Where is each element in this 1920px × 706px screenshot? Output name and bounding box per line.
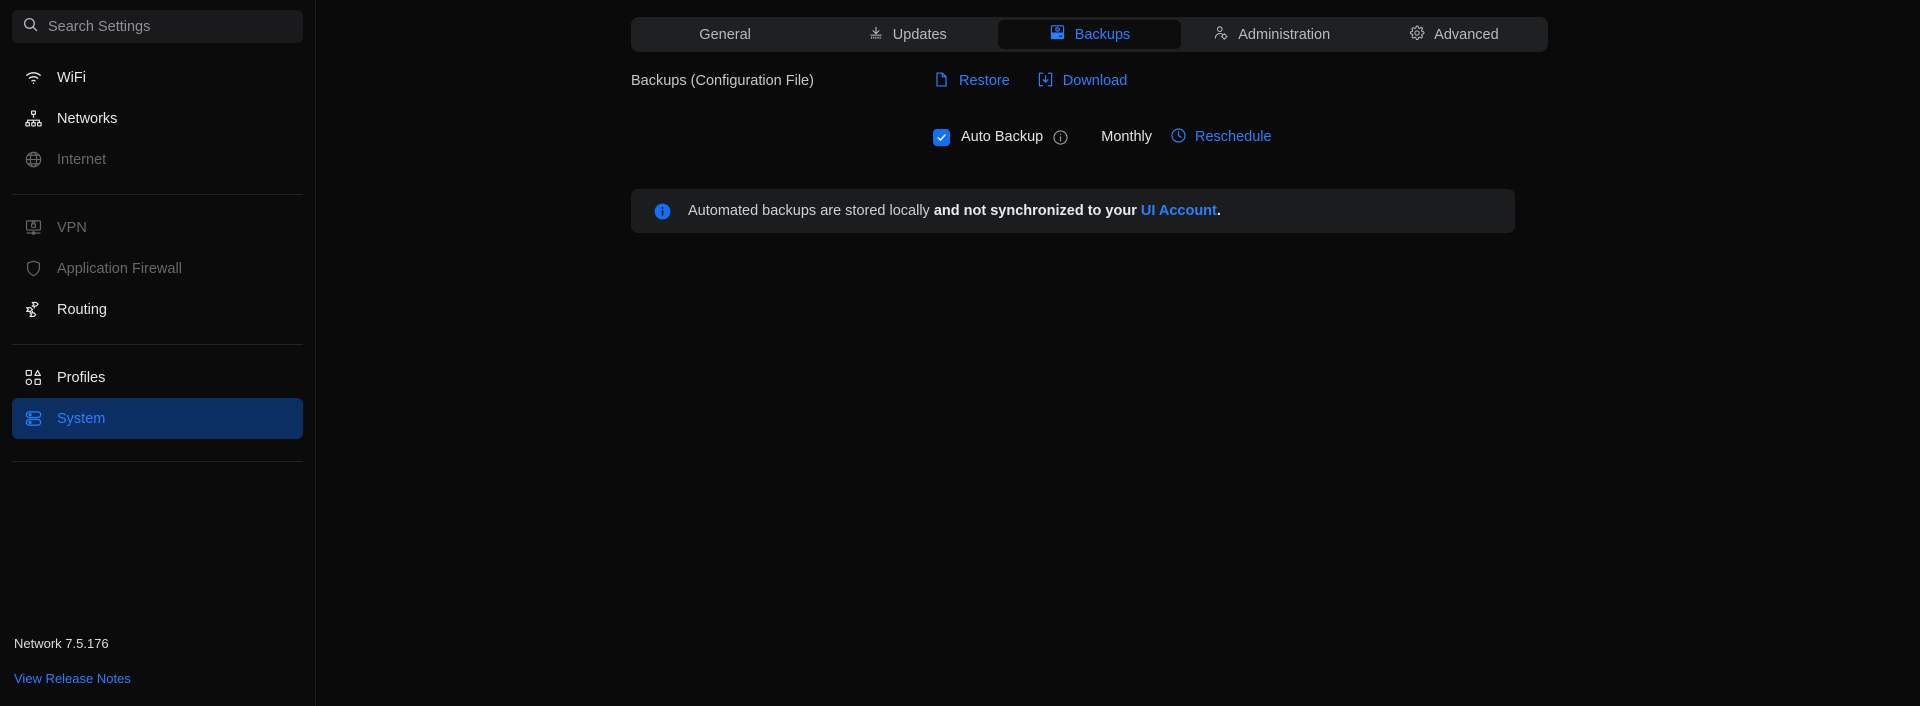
sidebar-item-label: WiFi <box>57 70 86 86</box>
sidebar-footer: Network 7.5.176 View Release Notes <box>12 636 303 706</box>
sidebar-item-wifi[interactable]: WiFi <box>12 57 303 98</box>
tab-label: Administration <box>1238 27 1330 43</box>
info-circle-icon[interactable] <box>1052 129 1069 146</box>
backups-config-label: Backups (Configuration File) <box>631 73 814 89</box>
banner-bold-text: and not synchronized to your <box>934 203 1141 219</box>
network-topology-icon <box>24 109 43 128</box>
sidebar-item-vpn[interactable]: VPN <box>12 207 303 248</box>
download-label: Download <box>1063 73 1128 89</box>
nav-group-management: Profiles System <box>12 357 303 439</box>
sidebar-item-label: VPN <box>57 220 87 236</box>
backup-frequency-value: Monthly <box>1101 129 1152 145</box>
info-circle-filled-icon <box>653 202 672 221</box>
vpn-lock-icon <box>24 218 43 237</box>
reschedule-button[interactable]: Reschedule <box>1170 127 1272 148</box>
sidebar-item-application-firewall[interactable]: Application Firewall <box>12 248 303 289</box>
banner-text: Automated backups are stored locally and… <box>688 201 1221 221</box>
clock-icon <box>1170 127 1187 148</box>
auto-backup-label: Auto Backup <box>961 129 1043 145</box>
sidebar-item-label: Internet <box>57 152 106 168</box>
nav-group-security: VPN Application Firewall <box>12 207 303 330</box>
sidebar-item-profiles[interactable]: Profiles <box>12 357 303 398</box>
auto-backup-row: Auto Backup Monthly Reschedule <box>631 116 1551 158</box>
tab-backups[interactable]: Backups <box>998 20 1180 49</box>
upload-tray-icon <box>868 25 884 45</box>
tab-label: Advanced <box>1434 27 1499 43</box>
version-label: Network 7.5.176 <box>12 636 303 651</box>
ui-account-link[interactable]: UI Account <box>1141 203 1217 219</box>
wifi-icon <box>24 68 43 87</box>
routing-arrows-icon <box>24 300 43 319</box>
search-input[interactable] <box>48 19 293 35</box>
search-icon <box>22 16 39 38</box>
banner-tail-text: . <box>1217 203 1221 219</box>
sidebar-divider-3 <box>12 461 303 462</box>
sidebar-item-label: Networks <box>57 111 117 127</box>
sidebar-item-networks[interactable]: Networks <box>12 98 303 139</box>
app-root: WiFi Networks <box>0 0 1920 706</box>
restore-button[interactable]: Restore <box>933 71 1010 92</box>
sidebar-item-routing[interactable]: Routing <box>12 289 303 330</box>
restore-label: Restore <box>959 73 1010 89</box>
settings-tabbar: General Updates <box>631 17 1548 52</box>
search-settings-field[interactable] <box>12 10 303 43</box>
shield-icon <box>24 259 43 278</box>
tab-administration[interactable]: Administration <box>1181 20 1363 49</box>
tab-advanced[interactable]: Advanced <box>1363 20 1545 49</box>
nav-group-connectivity: WiFi Networks <box>12 43 303 180</box>
sidebar-item-label: Application Firewall <box>57 261 182 277</box>
view-release-notes-link[interactable]: View Release Notes <box>12 671 133 686</box>
download-tray-icon <box>1037 71 1054 92</box>
download-button[interactable]: Download <box>1037 71 1128 92</box>
gear-icon <box>1409 25 1425 45</box>
hard-drive-icon <box>1049 24 1066 45</box>
user-gear-icon <box>1213 25 1229 45</box>
settings-sidebar: WiFi Networks <box>0 0 316 706</box>
sidebar-item-label: System <box>57 411 105 427</box>
file-document-icon <box>933 71 950 92</box>
tab-general[interactable]: General <box>634 20 816 49</box>
backups-panel: Backups (Configuration File) Restore <box>631 60 1551 233</box>
shapes-icon <box>24 368 43 387</box>
reschedule-label: Reschedule <box>1195 129 1272 145</box>
sidebar-divider-2 <box>12 344 303 345</box>
main-content: General Updates <box>316 0 1920 706</box>
sidebar-item-internet[interactable]: Internet <box>12 139 303 180</box>
backups-action-group: Restore Download <box>933 71 1127 92</box>
sidebar-item-system[interactable]: System <box>12 398 303 439</box>
sidebar-divider-1 <box>12 194 303 195</box>
globe-icon <box>24 150 43 169</box>
backups-info-banner: Automated backups are stored locally and… <box>631 189 1515 233</box>
tab-updates[interactable]: Updates <box>816 20 998 49</box>
backups-config-row: Backups (Configuration File) Restore <box>631 60 1551 102</box>
auto-backup-checkbox[interactable] <box>933 129 950 146</box>
tab-label: Updates <box>893 27 947 43</box>
banner-lead-text: Automated backups are stored locally <box>688 203 934 219</box>
sidebar-item-label: Profiles <box>57 370 105 386</box>
tab-label: General <box>699 27 751 43</box>
sidebar-item-label: Routing <box>57 302 107 318</box>
server-stack-icon <box>24 409 43 428</box>
tab-label: Backups <box>1075 27 1131 43</box>
